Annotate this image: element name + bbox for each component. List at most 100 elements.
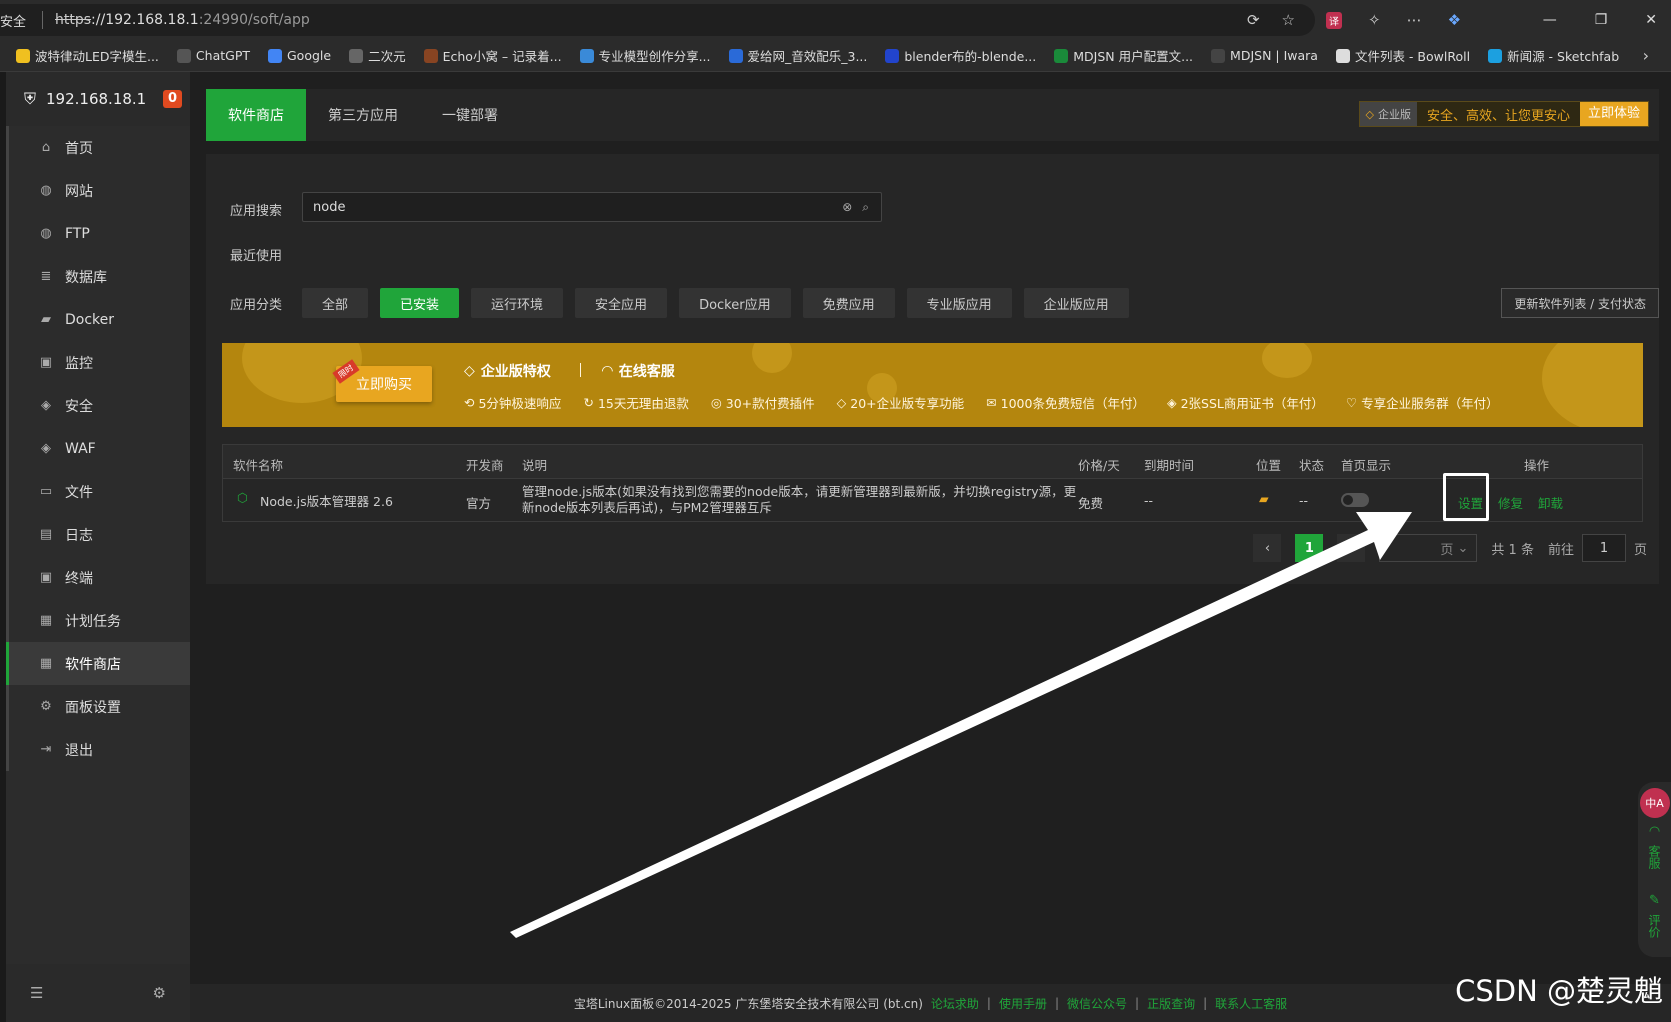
sidebar-item-label: 首页 xyxy=(65,140,93,157)
bookmark-item[interactable]: 波特律动LED字模生... xyxy=(16,46,159,65)
bookmark-label: Echo小窝 – 记录着... xyxy=(442,49,562,64)
url-text[interactable]: https://192.168.18.1:24990/soft/app xyxy=(55,12,1247,28)
sidebar-item[interactable]: ▤ 日志 xyxy=(6,513,190,556)
copilot-icon[interactable]: ❖ xyxy=(1448,11,1461,29)
review-button[interactable]: 评价 xyxy=(1646,914,1663,938)
bookmark-label: blender布的-blende... xyxy=(904,49,1037,64)
sidebar-item[interactable]: ▦ 计划任务 xyxy=(6,599,190,642)
alert-badge[interactable]: 0 xyxy=(162,90,182,108)
url-scheme: https xyxy=(55,12,92,28)
bookmark-label: Google xyxy=(287,48,332,63)
bookmark-icon xyxy=(268,48,282,63)
sidebar-icon: ≣ xyxy=(40,269,52,284)
sidebar-footer: ☰ ⚙ xyxy=(6,964,190,1022)
sidebar-item[interactable]: ≣ 数据库 xyxy=(6,255,190,298)
sidebar-item[interactable]: ▦ 软件商店 xyxy=(6,642,190,685)
sidebar-item-label: WAF xyxy=(65,440,96,457)
gear-icon[interactable]: ⚙ xyxy=(153,984,166,1002)
sidebar-icon: ◈ xyxy=(41,398,51,413)
sidebar-icon: ▰ xyxy=(41,312,51,327)
sidebar: ⛨ 192.168.18.1 0 ⌂ 首页 ◍ 网站 ◍ FTP ≣ 数据库 ▰ Docker ▣ 监… xyxy=(6,72,190,1022)
window-controls: — ❐ ✕ xyxy=(1543,0,1671,40)
bookmark-item[interactable]: blender布的-blende... xyxy=(885,46,1036,65)
url-host: ://192.168.18.1 xyxy=(91,12,199,28)
sidebar-item[interactable]: ◍ FTP xyxy=(6,212,190,255)
chevron-right-icon[interactable]: › xyxy=(1643,46,1649,65)
sidebar-item-label: 日志 xyxy=(65,527,93,544)
copyright: 宝塔Linux面板©2014-2025 广东堡塔安全技术有限公司 (bt.cn) xyxy=(573,996,923,1011)
bookmark-label: ChatGPT xyxy=(195,48,250,63)
refresh-icon[interactable]: ⟳ xyxy=(1247,11,1260,29)
sidebar-icon: ◈ xyxy=(41,441,51,456)
sidebar-icon: ▣ xyxy=(39,355,53,370)
shield-icon: ⛨ xyxy=(24,89,37,108)
annotation-arrow xyxy=(510,512,1412,938)
sidebar-item-label: 退出 xyxy=(65,742,93,759)
bookmark-label: 新闻源 - Sketchfab xyxy=(1507,49,1620,64)
sidebar-item-label: 安全 xyxy=(65,398,93,415)
bookmark-item[interactable]: 专业模型创作分享... xyxy=(579,46,711,65)
footer-link-wechat[interactable]: 微信公众号 xyxy=(1067,995,1127,1012)
browser-address-bar: 安全 https://192.168.18.1:24990/soft/app ⟳… xyxy=(0,0,1671,40)
url-field[interactable]: 安全 https://192.168.18.1:24990/soft/app ⟳… xyxy=(0,4,1315,36)
divider: | xyxy=(1135,996,1140,1010)
divider: | xyxy=(1203,996,1208,1010)
bookmark-item[interactable]: 文件列表 - BowlRoll xyxy=(1335,46,1471,65)
sidebar-item[interactable]: ▣ 监控 xyxy=(6,341,190,384)
sidebar-item-label: 文件 xyxy=(65,484,93,501)
sidebar-item-label: 面板设置 xyxy=(65,699,121,716)
security-label[interactable]: 安全 xyxy=(0,11,30,30)
bookmark-icon xyxy=(1054,48,1069,63)
sidebar-icon: ▦ xyxy=(39,613,53,628)
footer-link-support[interactable]: 联系人工客服 xyxy=(1215,995,1287,1012)
bookmark-item[interactable]: 爱给网_音效配乐_3... xyxy=(728,46,867,65)
sidebar-item[interactable]: ◈ 安全 xyxy=(6,384,190,427)
bookmark-icon xyxy=(1335,48,1350,63)
bookmark-item[interactable]: ChatGPT xyxy=(176,48,250,63)
sidebar-item-label: 终端 xyxy=(65,570,93,587)
sidebar-item-label: 网站 xyxy=(65,183,93,200)
url-actions: ⟳ ☆ xyxy=(1247,11,1315,29)
service-button[interactable]: 客服 xyxy=(1646,845,1663,869)
footer-link-genuine[interactable]: 正版查询 xyxy=(1147,995,1195,1012)
sidebar-item[interactable]: ◍ 网站 xyxy=(6,169,190,212)
bookmark-item[interactable]: 新闻源 - Sketchfab xyxy=(1488,46,1619,65)
sidebar-header[interactable]: ⛨ 192.168.18.1 0 xyxy=(6,72,190,126)
bookmark-label: 文件列表 - BowlRoll xyxy=(1354,49,1471,64)
sidebar-item[interactable]: ⚙ 面板设置 xyxy=(6,685,190,728)
sidebar-item[interactable]: ▰ Docker xyxy=(6,298,190,341)
bookmark-icon xyxy=(1211,48,1226,63)
extension-icon[interactable]: 译 xyxy=(1326,11,1342,29)
sidebar-icon: ◍ xyxy=(40,183,52,198)
url-path: :24990/soft/app xyxy=(198,12,310,28)
minimize-icon[interactable]: — xyxy=(1543,12,1557,28)
sidebar-icon: ⇥ xyxy=(40,742,52,757)
main-content: 软件商店 第三方应用 一键部署 ◇ 企业版 安全、高效、让您更安心 立即体验 应用… xyxy=(190,72,1671,1022)
footer-link-manual[interactable]: 使用手册 xyxy=(999,995,1047,1012)
bookmark-item[interactable]: Echo小窝 – 记录着... xyxy=(423,46,562,65)
bookmark-label: 专业模型创作分享... xyxy=(598,49,711,64)
star-icon[interactable]: ☆ xyxy=(1282,11,1295,29)
bookmark-label: 波特律动LED字模生... xyxy=(35,49,159,64)
bookmark-item[interactable]: 二次元 xyxy=(349,46,406,65)
close-icon[interactable]: ✕ xyxy=(1645,12,1657,28)
puzzle-icon[interactable]: ✧ xyxy=(1368,11,1381,29)
bookmark-item[interactable]: MDJSN 用户配置文... xyxy=(1054,46,1193,65)
bookmark-item[interactable]: Google xyxy=(268,48,331,63)
sidebar-item[interactable]: ▭ 文件 xyxy=(6,470,190,513)
divider xyxy=(42,11,43,29)
toolbar-extensions: 译 ✧ ⋯ ❖ xyxy=(1326,0,1461,40)
sidebar-item[interactable]: ⇥ 退出 xyxy=(6,728,190,771)
footer-link-forum[interactable]: 论坛求助 xyxy=(931,995,979,1012)
sidebar-item[interactable]: ◈ WAF xyxy=(6,427,190,470)
sidebar-icon: ▣ xyxy=(39,570,53,585)
bookmark-label: MDJSN 用户配置文... xyxy=(1073,49,1194,64)
more-icon[interactable]: ⋯ xyxy=(1407,11,1422,29)
sidebar-item[interactable]: ⌂ 首页 xyxy=(6,126,190,169)
collapse-icon[interactable]: ☰ xyxy=(30,984,43,1002)
sidebar-icon: ◍ xyxy=(40,226,52,241)
sidebar-item[interactable]: ▣ 终端 xyxy=(6,556,190,599)
restore-icon[interactable]: ❐ xyxy=(1595,12,1608,28)
language-button[interactable]: 中A xyxy=(1639,788,1670,818)
bookmark-item[interactable]: MDJSN | Iwara xyxy=(1211,48,1318,63)
